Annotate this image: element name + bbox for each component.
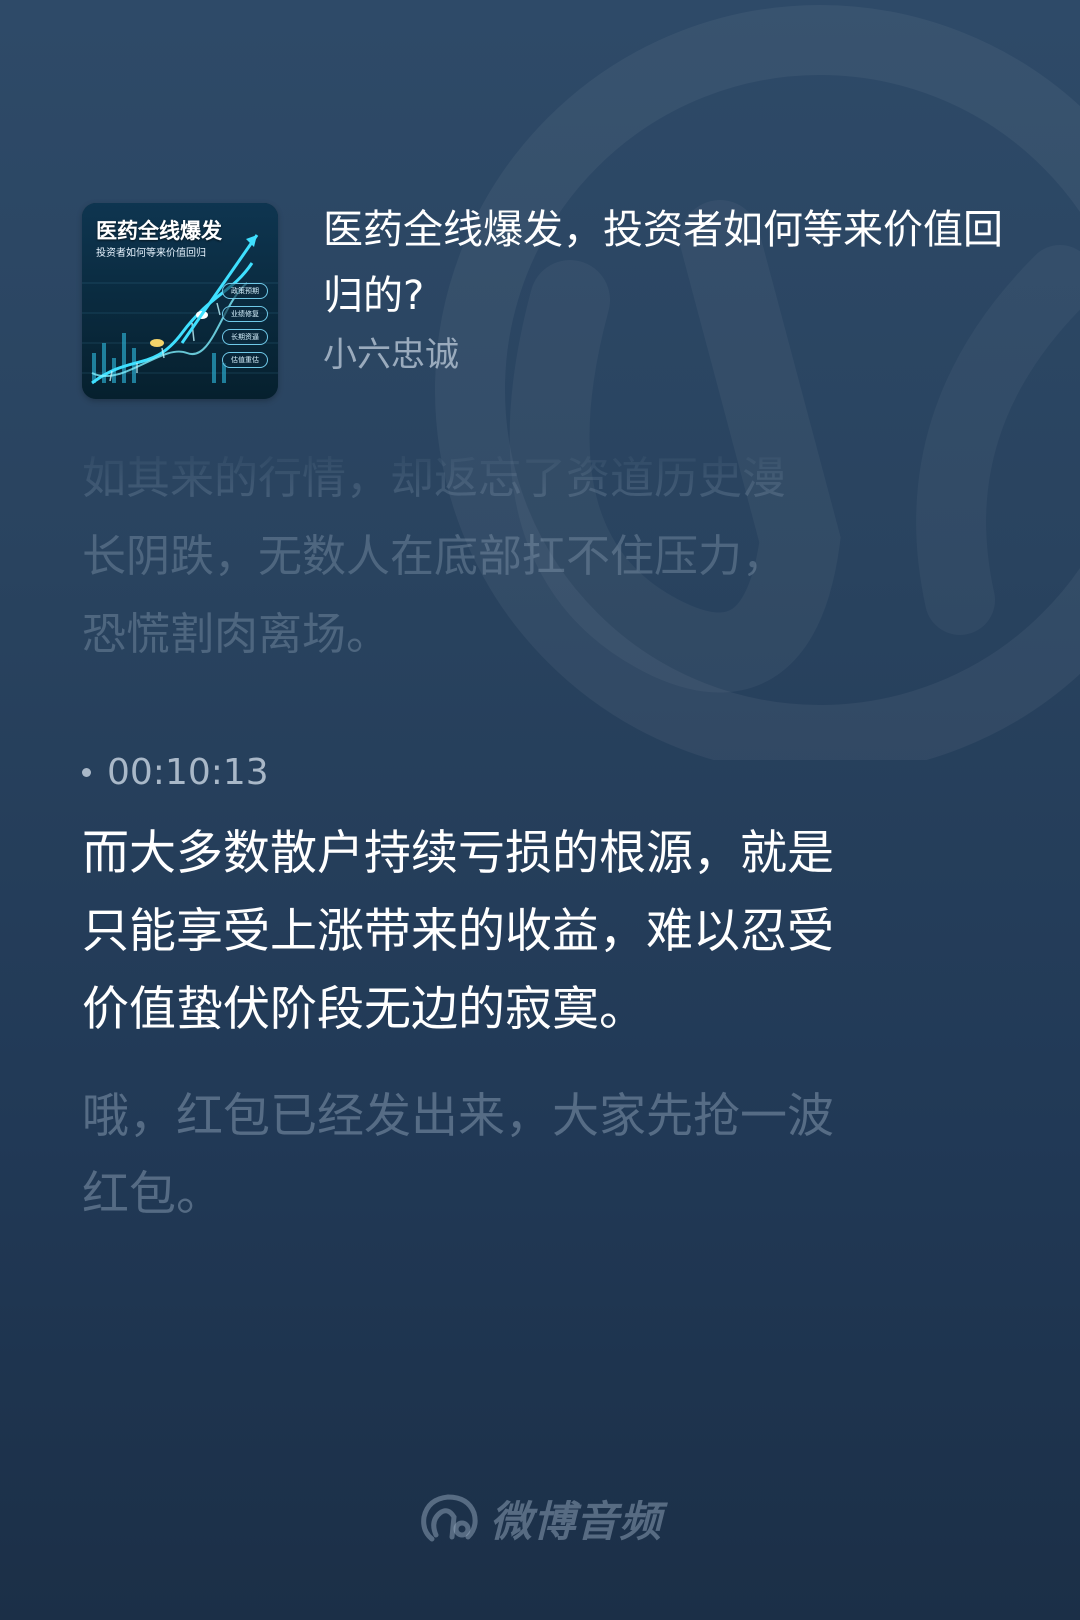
transcript-area[interactable]: 如其来的行情，却返忘了资道历史漫 长阴跌，无数人在底部扛不住压力， 恐慌割肉离场…: [82, 453, 982, 1290]
cover-tag: 长期资逼: [222, 329, 268, 345]
cover-subtitle: 投资者如何等来价值回归: [96, 248, 206, 259]
lyric-line: 如其来的行情，却返忘了资道历史漫: [82, 453, 786, 504]
brand-name: 微博音频: [489, 1497, 662, 1546]
cover-tags: 政策预期 业绩修复 长期资逼 估值重估: [222, 283, 268, 375]
lyric-line: 长阴跌，无数人在底部扛不住压力，: [82, 531, 786, 582]
lyric-line-active: 价值蛰伏阶段无边的寂寞。: [82, 982, 646, 1037]
cover-tag: 政策预期: [222, 283, 268, 299]
brand-footer: 微博音频: [0, 1488, 1080, 1551]
lyric-line: 红包。: [82, 1167, 223, 1222]
lyric-line: 哦，红包已经发出来，大家先抢一波: [82, 1089, 834, 1144]
episode-cover-image[interactable]: 医药全线爆发 投资者如何等来价值回归 政策预期 业绩修复 长期资逼 估值重估: [82, 203, 278, 399]
lyric-line: 恐慌割肉离场。: [82, 609, 390, 660]
episode-header: 医药全线爆发 投资者如何等来价值回归 政策预期 业绩修复 长期资逼 估值重估 医…: [82, 203, 1003, 403]
episode-title: 医药全线爆发，投资者如何等来价值回归的?: [323, 207, 1003, 319]
lyric-line-active: 而大多数散户持续亏损的根源，就是: [82, 826, 834, 881]
cover-tag: 估值重估: [222, 352, 268, 368]
timestamp-label: 00:10:13: [107, 752, 269, 793]
cover-tag: 业绩修复: [222, 306, 268, 322]
current-lyric-block: 而大多数散户持续亏损的根源，就是 只能享受上涨带来的收益，难以忍受 价值蛰伏阶段…: [82, 815, 982, 1049]
previous-lyric-block: 如其来的行情，却返忘了资道历史漫 长阴跌，无数人在底部扛不住压力， 恐慌割肉离场…: [82, 440, 982, 674]
next-lyric-block: 哦，红包已经发出来，大家先抢一波 红包。: [82, 1078, 982, 1234]
episode-author[interactable]: 小六忠诚: [323, 331, 459, 379]
weibo-audio-icon: [421, 1493, 478, 1541]
cover-title: 医药全线爆发: [96, 219, 222, 243]
current-timestamp[interactable]: 00:10:13: [82, 752, 269, 793]
timestamp-dot-icon: [82, 768, 91, 777]
lyric-line-active: 只能享受上涨带来的收益，难以忍受: [82, 904, 834, 959]
